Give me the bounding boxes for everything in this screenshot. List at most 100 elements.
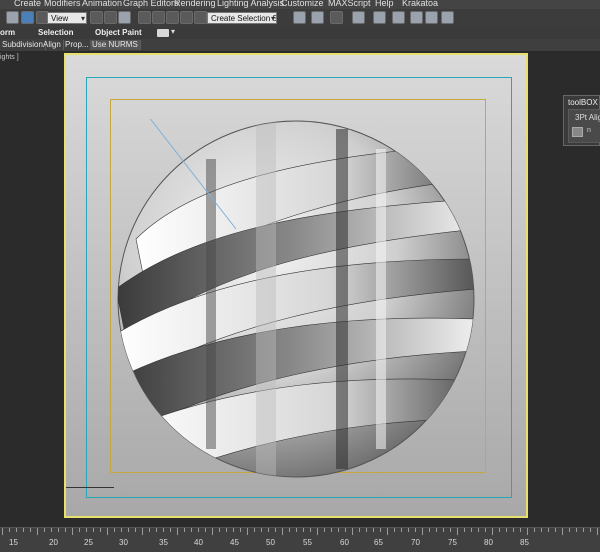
timeline-tick [317,528,318,535]
timeline-tick [373,528,374,532]
menu-rendering[interactable]: Rendering [174,0,216,8]
align-icon[interactable] [311,11,324,24]
menu-krakatoa[interactable]: Krakatoa [402,0,438,8]
timeline-tick [597,528,598,535]
timeline-tick [100,528,101,532]
main-toolbar: View Create Selection Se [0,9,600,29]
select-icon[interactable] [90,11,103,24]
menu-graph-editors[interactable]: Graph Editors [123,0,179,8]
timeline-tick [156,528,157,532]
three-point-align-button[interactable]: 3Pt Aligi [575,113,600,122]
timeline-tick [590,528,591,532]
timeline-tick [149,528,150,532]
timeline-tick [457,528,458,535]
timeline-tick [352,528,353,535]
menu-bar: Create Modifiers Animation Graph Editors… [0,0,600,9]
timeline-tick [2,528,3,535]
ribbon-menu-icon[interactable]: ▾ [171,27,175,36]
menu-animation[interactable]: Animation [82,0,122,8]
align-button[interactable]: Align [41,40,64,50]
ribbon-panel: Subdivision Align Prop... Use NURMS [0,39,600,52]
timeline-ruler[interactable]: 15 20 25 30 35 40 45 50 55 60 65 70 75 8… [0,527,600,552]
timeline-tick [485,528,486,532]
timeline-tick [541,528,542,532]
use-nurms-button[interactable]: Use NURMS [90,40,141,50]
timeline-tick [548,528,549,532]
timeline-tick [177,528,178,535]
move-icon[interactable] [6,11,19,24]
timeline-tick [79,528,80,532]
render-frame-icon[interactable] [425,11,438,24]
timeline-tick [492,528,493,535]
timeline-tick [219,528,220,532]
timeline-label-65: 65 [374,538,383,547]
timeline-label-40: 40 [194,538,203,547]
timeline-tick [198,528,199,532]
named-selection-icon[interactable] [194,11,207,24]
schematic-icon[interactable] [373,11,386,24]
tab-selection[interactable]: Selection [38,28,74,37]
rotate-icon[interactable] [21,11,34,24]
timeline-tick [93,528,94,532]
timeline-label-35: 35 [159,538,168,547]
mirror-icon[interactable] [293,11,306,24]
timeline-tick [422,528,423,535]
toolbox-swatch-icon[interactable] [572,127,583,137]
timeline-tick [436,528,437,532]
timeline-tick [37,528,38,535]
timeline-tick [366,528,367,532]
lamp-sphere-model[interactable] [116,119,476,479]
reference-coordinate-dropdown[interactable]: View [47,12,87,24]
grid-axis-line [66,487,114,488]
menu-customize[interactable]: Customize [281,0,324,8]
timeline-tick [555,528,556,532]
select-manipulate-icon[interactable] [118,11,131,24]
selection-set-dropdown[interactable]: Create Selection Se [207,12,277,24]
timeline-tick [247,528,248,535]
timeline-tick [569,528,570,532]
menu-modifiers[interactable]: Modifiers [44,0,81,8]
timeline-tick [478,528,479,532]
timeline-tick [534,528,535,532]
timeline-tick [65,528,66,532]
percent-snap-icon[interactable] [166,11,179,24]
timeline-tick [107,528,108,535]
ribbon-toggle-icon[interactable] [157,29,169,37]
menu-maxscript[interactable]: MAXScript [328,0,371,8]
timeline-tick [527,528,528,535]
snap-icon[interactable] [138,11,151,24]
subdivision-button[interactable]: Subdivision [0,40,46,50]
pivot-icon[interactable] [104,11,117,24]
timeline-tick [506,528,507,532]
timeline-tick [408,528,409,532]
angle-snap-icon[interactable] [152,11,165,24]
properties-button[interactable]: Prop... [63,40,92,50]
timeline-tick [44,528,45,532]
tab-freeform[interactable]: orm [0,28,15,37]
curve-editor-icon[interactable] [352,11,365,24]
menu-lighting-analysis[interactable]: Lighting Analysis [217,0,284,8]
timeline-tick [331,528,332,532]
viewport-label[interactable]: ights ] [0,54,19,61]
menu-help[interactable]: Help [375,0,394,8]
timeline-label-60: 60 [340,538,349,547]
timeline-tick [359,528,360,532]
timeline-tick [513,528,514,532]
tab-object-paint[interactable]: Object Paint [95,28,142,37]
timeline-label-70: 70 [411,538,420,547]
teapot-icon[interactable] [441,11,454,24]
timeline-tick [520,528,521,532]
timeline-tick [583,528,584,532]
timeline-tick [576,528,577,532]
timeline-tick [303,528,304,532]
layer-icon[interactable] [330,11,343,24]
material-icon[interactable] [392,11,405,24]
timeline-tick [9,528,10,532]
menu-create[interactable]: Create [14,0,41,8]
spinner-snap-icon[interactable] [180,11,193,24]
render-setup-icon[interactable] [410,11,423,24]
toolbox-panel[interactable]: toolBOX 3Pt Aligi n [563,95,600,146]
timeline-tick [163,528,164,532]
timeline-tick [429,528,430,532]
perspective-viewport[interactable] [64,53,528,518]
